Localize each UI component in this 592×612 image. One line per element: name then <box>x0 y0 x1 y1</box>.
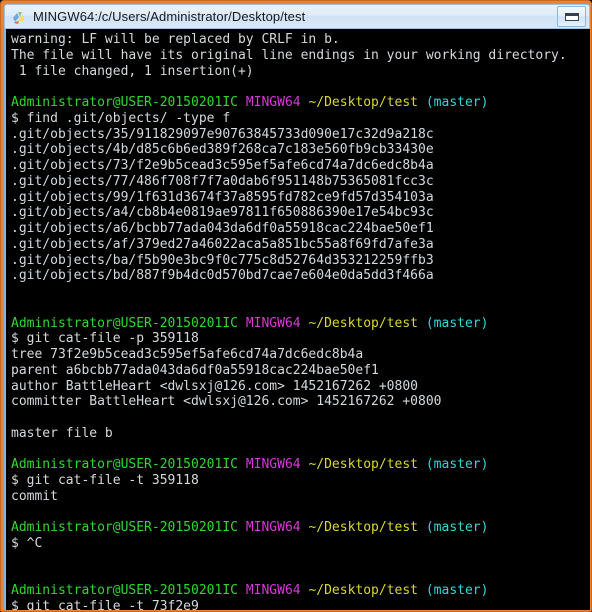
prompt-user: Administrator@USER-20150201IC <box>11 95 238 110</box>
terminal-output-line: .git/objects/af/379ed27a46022aca5a851bc5… <box>11 237 588 253</box>
terminal-line-text: .git/objects/4b/d85c6b6ed389f268ca7c183e… <box>11 142 434 158</box>
terminal-line-text: committer BattleHeart <dwlsxj@126.com> 1… <box>11 394 442 410</box>
prompt-user: Administrator@USER-20150201IC <box>11 583 238 599</box>
terminal-line-text: $ find .git/objects/ -type f <box>11 110 231 126</box>
terminal-line-text: .git/objects/99/1f631d3674f37a8595fd782c… <box>11 189 434 205</box>
restore-button[interactable] <box>557 6 586 27</box>
terminal-line-text: $ ^C <box>11 536 43 551</box>
terminal-output-line: warning: LF will be replaced by CRLF in … <box>11 32 588 48</box>
terminal-prompt-line: Administrator@USER-20150201IC MINGW64 ~/… <box>11 457 588 473</box>
terminal-output-line: author BattleHeart <dwlsxj@126.com> 1452… <box>11 379 588 395</box>
terminal-output-line: committer BattleHeart <dwlsxj@126.com> 1… <box>11 394 588 410</box>
terminal-line-text: .git/objects/ba/f5b90e3bc9f0c775c8d52764… <box>11 252 434 268</box>
prompt-branch: (master) <box>425 95 489 110</box>
window-titlebar[interactable]: MINGW64:/c/Users/Administrator/Desktop/t… <box>4 4 590 29</box>
terminal-window: MINGW64:/c/Users/Administrator/Desktop/t… <box>0 0 592 612</box>
prompt-path: ~/Desktop/test <box>308 315 419 331</box>
terminal-line-text: commit <box>11 488 58 504</box>
terminal-command-line: $ git cat-file -p 359118 <box>11 331 588 347</box>
terminal-output-line: .git/objects/a4/cb8b4e0819ae97811f650886… <box>11 205 588 221</box>
terminal-line-text: $ git cat-file -p 359118 <box>11 331 199 347</box>
terminal-output-line: .git/objects/99/1f631d3674f37a8595fd782c… <box>11 190 588 206</box>
terminal-line-text: $ git cat-file -t 359118 <box>11 473 199 488</box>
restore-icon <box>565 13 579 21</box>
terminal-output-line: parent a6bcbb77ada043da6df0a55918cac224b… <box>11 363 588 379</box>
terminal-line-text: .git/objects/73/f2e9b5cead3c595ef5afe6cd… <box>11 158 434 173</box>
prompt-path: ~/Desktop/test <box>308 457 419 473</box>
terminal-output[interactable]: warning: LF will be replaced by CRLF in … <box>6 29 590 610</box>
prompt-user: Administrator@USER-20150201IC <box>11 457 238 473</box>
terminal-command-line: $ ^C <box>11 536 588 552</box>
terminal-command-line: $ git cat-file -t 73f2e9 <box>11 599 588 610</box>
terminal-line-text: $ git cat-file -t 73f2e9 <box>11 599 199 610</box>
prompt-host: MINGW64 <box>245 457 301 473</box>
terminal-line-text: .git/objects/77/486f708f7f7a0dab6f951148… <box>11 173 434 189</box>
prompt-host: MINGW64 <box>245 583 301 599</box>
prompt-path: ~/Desktop/test <box>308 583 419 599</box>
mingw-terminal-icon <box>11 9 27 25</box>
terminal-output-line: .git/objects/73/f2e9b5cead3c595ef5afe6cd… <box>11 158 588 174</box>
prompt-host: MINGW64 <box>245 315 301 331</box>
terminal-line-text: .git/objects/af/379ed27a46022aca5a851bc5… <box>11 236 434 252</box>
terminal-line-text: The file will have its original line end… <box>11 47 567 63</box>
prompt-host: MINGW64 <box>245 95 301 110</box>
terminal-body[interactable]: warning: LF will be replaced by CRLF in … <box>4 29 590 610</box>
terminal-line-text: .git/objects/bd/887f9b4dc0d570bd7cae7e60… <box>11 268 434 284</box>
prompt-user: Administrator@USER-20150201IC <box>11 315 238 331</box>
window-controls <box>557 5 589 28</box>
terminal-output-line: tree 73f2e9b5cead3c595ef5afe6cd74a7dc6ed… <box>11 347 588 363</box>
terminal-output-line: .git/objects/35/911829097e90763845733d09… <box>11 127 588 143</box>
prompt-host: MINGW64 <box>245 520 301 536</box>
window-title: MINGW64:/c/Users/Administrator/Desktop/t… <box>33 9 306 24</box>
prompt-branch: (master) <box>425 520 489 536</box>
prompt-path: ~/Desktop/test <box>308 95 419 110</box>
prompt-branch: (master) <box>425 457 489 473</box>
terminal-line-text: .git/objects/a6/bcbb77ada043da6df0a55918… <box>11 221 434 236</box>
terminal-command-line: $ git cat-file -t 359118 <box>11 473 588 489</box>
terminal-output-line: master file b <box>11 426 588 442</box>
terminal-line-text: .git/objects/35/911829097e90763845733d09… <box>11 126 434 142</box>
prompt-path: ~/Desktop/test <box>308 520 419 536</box>
terminal-output-line: .git/objects/bd/887f9b4dc0d570bd7cae7e60… <box>11 268 588 284</box>
terminal-line-text: master file b <box>11 425 113 441</box>
prompt-user: Administrator@USER-20150201IC <box>11 520 238 536</box>
terminal-line-text: .git/objects/a4/cb8b4e0819ae97811f650886… <box>11 205 434 221</box>
prompt-branch: (master) <box>425 315 489 331</box>
terminal-prompt-line: Administrator@USER-20150201IC MINGW64 ~/… <box>11 520 588 536</box>
terminal-output-line: .git/objects/a6/bcbb77ada043da6df0a55918… <box>11 221 588 237</box>
terminal-prompt-line: Administrator@USER-20150201IC MINGW64 ~/… <box>11 316 588 332</box>
terminal-line-text: 1 file changed, 1 insertion(+) <box>11 63 254 79</box>
terminal-output-line: 1 file changed, 1 insertion(+) <box>11 64 588 80</box>
terminal-command-line: $ find .git/objects/ -type f <box>11 111 588 127</box>
terminal-output-line: .git/objects/77/486f708f7f7a0dab6f951148… <box>11 174 588 190</box>
prompt-branch: (master) <box>425 583 489 599</box>
terminal-line-text: tree 73f2e9b5cead3c595ef5afe6cd74a7dc6ed… <box>11 347 364 362</box>
terminal-line-text: author BattleHeart <dwlsxj@126.com> 1452… <box>11 378 418 394</box>
terminal-output-line: The file will have its original line end… <box>11 48 588 64</box>
terminal-output-line: .git/objects/ba/f5b90e3bc9f0c775c8d52764… <box>11 253 588 269</box>
terminal-output-line: commit <box>11 489 588 505</box>
terminal-line-text: parent a6bcbb77ada043da6df0a55918cac224b… <box>11 362 379 378</box>
terminal-prompt-line: Administrator@USER-20150201IC MINGW64 ~/… <box>11 583 588 599</box>
terminal-prompt-line: Administrator@USER-20150201IC MINGW64 ~/… <box>11 95 588 111</box>
terminal-output-line: .git/objects/4b/d85c6b6ed389f268ca7c183e… <box>11 142 588 158</box>
terminal-line-text: warning: LF will be replaced by CRLF in … <box>11 32 340 47</box>
